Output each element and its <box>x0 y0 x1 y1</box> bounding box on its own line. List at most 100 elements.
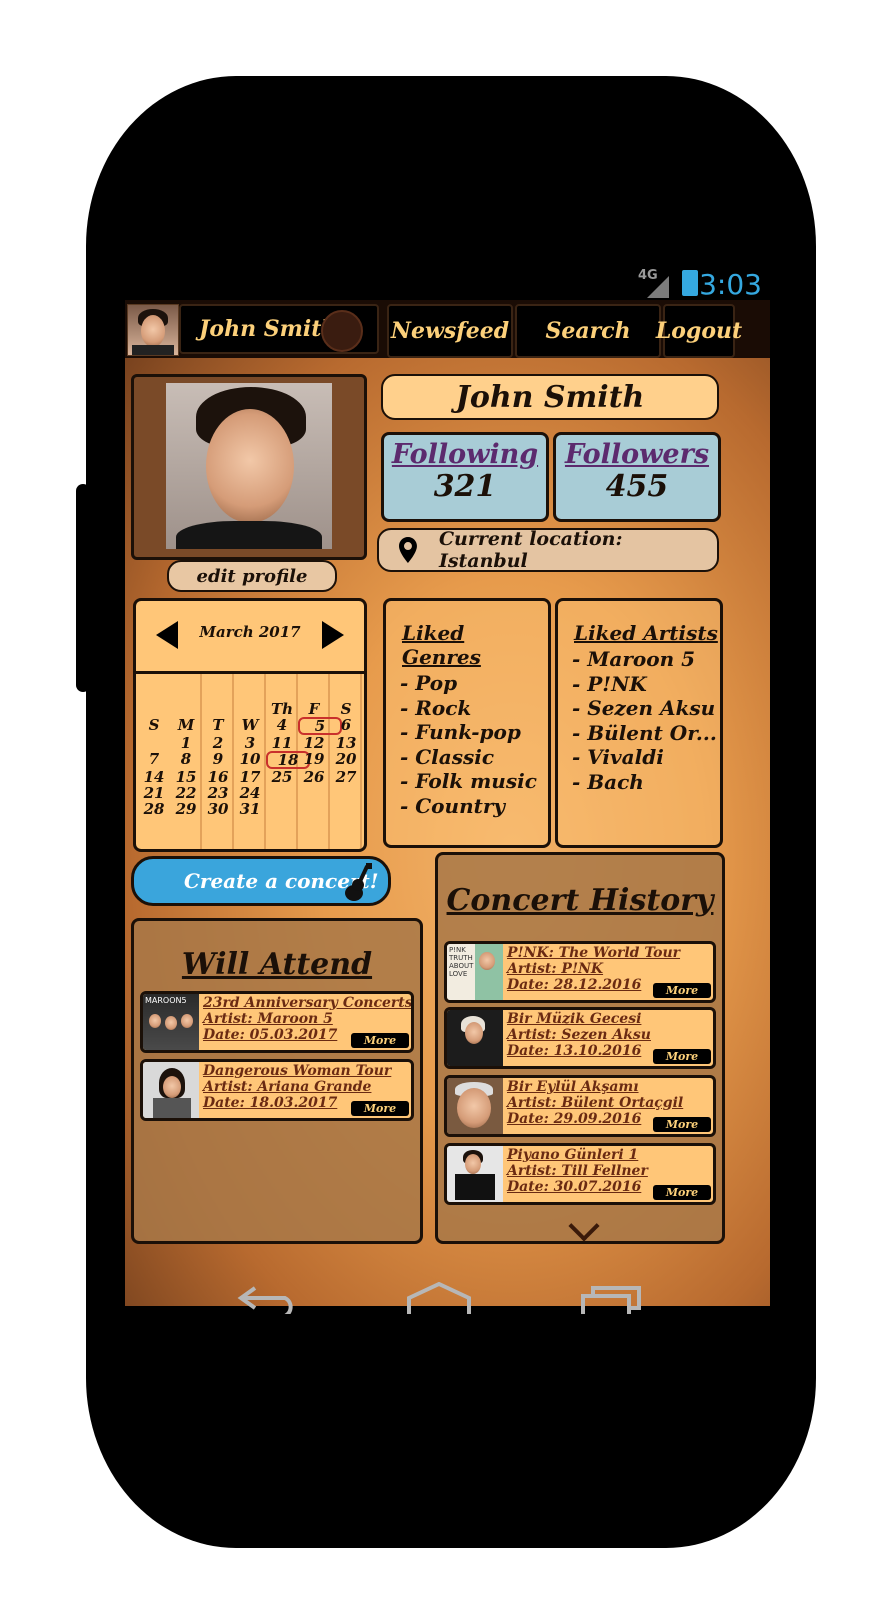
create-concert-button[interactable]: Create a concert! <box>131 856 391 906</box>
more-button[interactable]: More <box>653 1049 711 1064</box>
search-button[interactable]: Search <box>515 304 661 358</box>
weekday-t: T <box>212 716 224 734</box>
profile-photo-frame <box>131 374 367 560</box>
home-icon[interactable] <box>407 1282 471 1314</box>
artist-item: - P!NK <box>572 671 647 696</box>
will-attend-title: Will Attend <box>181 947 373 982</box>
more-button[interactable]: More <box>351 1101 409 1116</box>
status-bar: 4G 3:03 <box>125 262 770 302</box>
event-card[interactable]: Dangerous Woman Tour Artist: Ariana Gran… <box>140 1059 414 1121</box>
event-name: Bir Müzik Gecesi <box>507 1011 642 1027</box>
followers-box[interactable]: Followers 455 <box>553 432 721 522</box>
followers-count: 455 <box>605 469 669 504</box>
weekday-f: F <box>308 700 320 718</box>
event-thumbnail <box>447 1010 503 1066</box>
artist-item: - Maroon 5 <box>572 647 695 671</box>
event-artist: Artist: Sezen Aksu <box>507 1027 651 1043</box>
more-button[interactable]: More <box>351 1033 409 1048</box>
edit-profile-button[interactable]: edit profile <box>167 560 337 592</box>
chevron-down-icon[interactable] <box>568 1210 600 1242</box>
liked-artists-title: Liked Artists <box>574 621 718 645</box>
current-location: Current location: Istanbul <box>377 528 719 572</box>
event-thumbnail <box>447 1078 503 1134</box>
topbar-user-name: John Smith <box>199 316 338 342</box>
location-pin-icon <box>399 537 417 563</box>
event-name: Dangerous Woman Tour <box>203 1063 392 1079</box>
profile-photo <box>166 383 332 549</box>
profile-name-button[interactable]: John Smith <box>179 304 379 354</box>
concert-history-title: Concert History <box>446 883 714 918</box>
back-icon[interactable] <box>237 1284 299 1314</box>
event-card[interactable]: Bir Eylül Akşamı Artist: Bülent Ortaçgil… <box>444 1075 716 1137</box>
event-artist: Artist: Bülent Ortaçgil <box>507 1095 684 1111</box>
day[interactable]: 4 <box>266 717 298 735</box>
event-card[interactable]: Piyano Günleri 1 Artist: Till Fellner Da… <box>444 1143 716 1205</box>
app-content: John Smith Newsfeed Search Logout edit p… <box>125 300 770 1306</box>
genre-item: - Country <box>400 793 505 818</box>
artist-item: - Vivaldi <box>572 745 664 769</box>
event-card[interactable]: Bir Müzik Gecesi Artist: Sezen Aksu Date… <box>444 1007 716 1069</box>
next-month-icon[interactable] <box>322 621 344 649</box>
app-logo-icon <box>321 310 363 352</box>
top-nav: John Smith Newsfeed Search Logout <box>125 300 770 358</box>
artist-item: - Sezen Aksu <box>572 696 716 720</box>
event-name: Piyano Günleri 1 <box>507 1147 639 1163</box>
system-nav-bar <box>125 1262 770 1314</box>
signal-icon <box>647 276 669 298</box>
artist-item: - Bach <box>572 769 644 794</box>
event-info: Piyano Günleri 1 Artist: Till Fellner Da… <box>507 1147 648 1195</box>
weekday-s: S <box>340 700 352 718</box>
event-date: Date: 13.10.2016 <box>507 1043 642 1059</box>
more-button[interactable]: More <box>653 1117 711 1132</box>
event-name: Bir Eylül Akşamı <box>507 1079 639 1095</box>
genre-item: - Classic <box>400 744 495 769</box>
event-artist: Artist: Till Fellner <box>507 1163 648 1179</box>
user-avatar[interactable] <box>127 304 179 356</box>
volume-button[interactable] <box>784 376 798 484</box>
weekday-m: M <box>177 716 195 734</box>
event-thumbnail <box>143 1062 199 1118</box>
power-button[interactable] <box>76 484 90 692</box>
genre-item: - Pop <box>400 671 458 695</box>
more-button[interactable]: More <box>653 1185 711 1200</box>
newsfeed-button[interactable]: Newsfeed <box>387 304 513 358</box>
event-name: P!NK: The World Tour <box>507 945 681 961</box>
event-artist: Artist: P!NK <box>507 961 604 977</box>
event-thumbnail <box>447 1146 503 1202</box>
weekday-s: S <box>148 716 160 734</box>
event-artist: Artist: Maroon 5 <box>203 1011 333 1027</box>
genre-item: - Folk music <box>400 769 537 793</box>
event-artist: Artist: Ariana Grande <box>203 1079 372 1095</box>
event-info: Bir Müzik Gecesi Artist: Sezen Aksu Date… <box>507 1011 651 1059</box>
liked-genres-title: Liked Genres <box>402 621 481 669</box>
artist-item: - Bülent Or... <box>572 720 717 745</box>
logout-button[interactable]: Logout <box>656 304 742 358</box>
calendar-header: March 2017 <box>136 601 364 674</box>
following-box[interactable]: Following 321 <box>381 432 549 522</box>
liked-genres-card: Liked Genres - Pop - Rock - Funk-pop - C… <box>383 598 551 848</box>
event-thumbnail: P!NK TRUTH ABOUT LOVE <box>447 944 503 1000</box>
event-name: 23rd Anniversary Concerts <box>203 995 413 1011</box>
following-label: Following <box>391 439 539 470</box>
battery-icon <box>682 270 698 296</box>
status-time: 3:03 <box>699 268 762 301</box>
event-card[interactable]: MAROON5 23rd Anniversary Concerts Artist… <box>140 991 414 1053</box>
concert-history-panel: Concert History P!NK TRUTH ABOUT LOVE P!… <box>435 852 725 1244</box>
event-card[interactable]: P!NK TRUTH ABOUT LOVE P!NK: The World To… <box>444 941 716 1003</box>
day-highlighted[interactable]: 18 <box>266 751 310 769</box>
profile-name: John Smith <box>381 374 719 420</box>
liked-artists-card: Liked Artists - Maroon 5 - P!NK - Sezen … <box>555 598 723 848</box>
profile-name-label: John Smith <box>455 379 645 415</box>
day[interactable]: 6 <box>330 717 362 735</box>
day-highlighted[interactable]: 5 <box>298 717 342 735</box>
weekday-w: W <box>241 716 259 734</box>
event-thumbnail: MAROON5 <box>143 994 199 1050</box>
event-date: Date: 30.07.2016 <box>507 1179 642 1195</box>
more-button[interactable]: More <box>653 983 711 998</box>
location-text: Current location: Istanbul <box>438 528 623 572</box>
will-attend-panel: Will Attend MAROON5 23rd Anniversary Con… <box>131 918 423 1244</box>
recent-apps-icon[interactable] <box>581 1284 643 1314</box>
screen: 4G 3:03 John Smith Newsfeed Search Logou… <box>125 262 770 1314</box>
logout-label: Logout <box>655 318 743 344</box>
newsfeed-label: Newsfeed <box>390 318 510 344</box>
